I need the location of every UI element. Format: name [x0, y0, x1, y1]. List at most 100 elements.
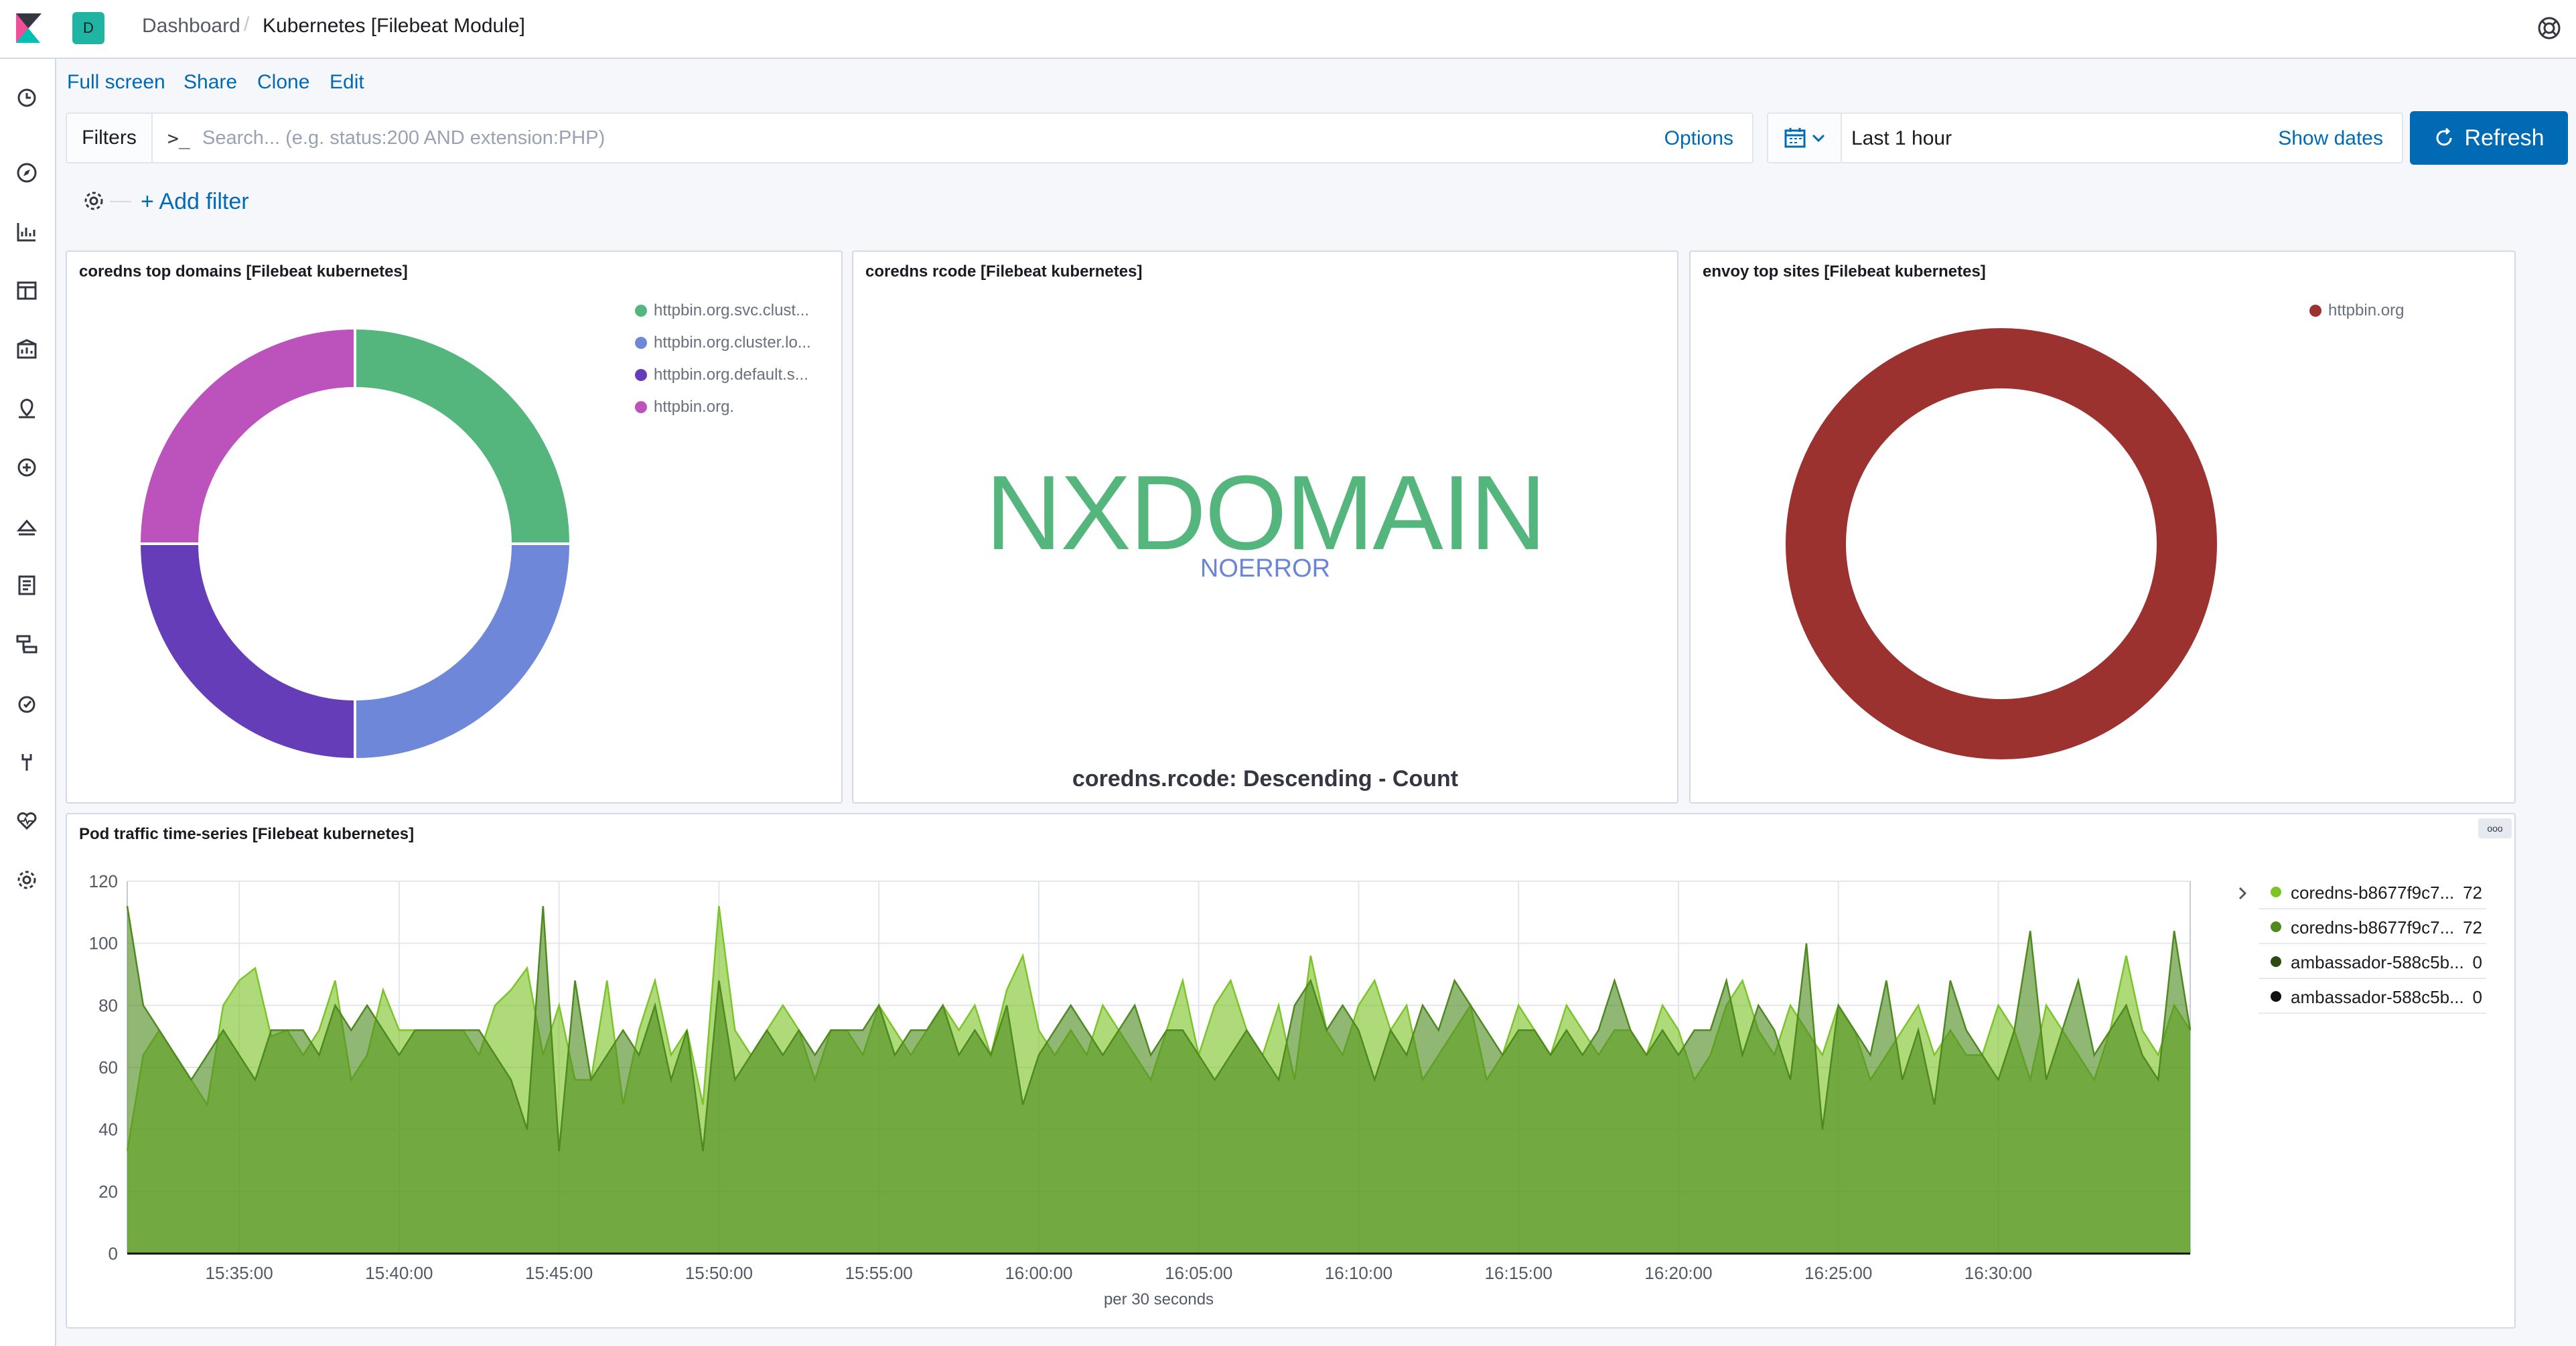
legend-label: httpbin.org.svc.clust...: [654, 301, 810, 319]
y-tick-label: 100: [89, 933, 118, 954]
query-language-icon: >_: [167, 127, 190, 149]
uptime-icon[interactable]: [13, 690, 40, 717]
donut-chart-envoy: [1786, 328, 2217, 759]
search-input[interactable]: [201, 121, 1677, 155]
legend-item[interactable]: httpbin.org: [2309, 301, 2404, 320]
tag-cloud-secondary-term[interactable]: NOERROR: [853, 554, 1677, 583]
apm-icon[interactable]: [13, 631, 40, 658]
x-tick-label: 15:45:00: [525, 1263, 593, 1283]
donut-slice[interactable]: [354, 542, 573, 761]
filter-settings-gear-icon[interactable]: [82, 189, 106, 213]
donut-slice[interactable]: [137, 542, 356, 761]
donut-slices: [1786, 328, 2217, 759]
legend-label: ambassador-588c5b...: [2291, 987, 2464, 1007]
legend-collapse-chevron-icon[interactable]: [2236, 885, 2249, 901]
quick-date-menu-button[interactable]: [1768, 114, 1842, 162]
panel-title: coredns rcode [Filebeat kubernetes]: [865, 263, 1143, 281]
show-dates-link[interactable]: Show dates: [2278, 127, 2383, 150]
discover-compass-icon[interactable]: [13, 159, 40, 186]
area-chart-pod-traffic: 0 20 40 60 80 100 120 15:35:00 15:40:00 15:45:00 1…: [89, 871, 2192, 1308]
legend-label: httpbin.org.: [654, 398, 735, 416]
chevron-down-icon: [1812, 134, 1825, 143]
edit-link[interactable]: Edit: [330, 71, 364, 94]
infrastructure-icon[interactable]: [13, 513, 40, 540]
legend-dot: [635, 401, 647, 413]
y-tick-label: 120: [89, 871, 118, 891]
x-tick-label: 15:50:00: [685, 1263, 753, 1283]
refresh-label: Refresh: [2464, 125, 2545, 151]
monitoring-heartbeat-icon[interactable]: [13, 808, 40, 834]
legend-value: 72: [2463, 917, 2482, 938]
ts-legend-item[interactable]: ambassador-588c5b... 0: [2259, 946, 2486, 979]
refresh-button[interactable]: Refresh: [2410, 111, 2568, 165]
filter-divider: [110, 201, 131, 202]
y-tick-label: 60: [98, 1057, 118, 1077]
panel-pod-traffic-timeseries: Pod traffic time-series [Filebeat kubern…: [66, 813, 2516, 1329]
date-range-text[interactable]: Last 1 hour: [1851, 127, 1952, 150]
filters-label: Filters: [67, 114, 153, 162]
donut-slice[interactable]: [354, 326, 573, 545]
legend-label: coredns-b8677f9c7...: [2291, 917, 2455, 938]
y-tick-label: 20: [98, 1181, 118, 1201]
machine-learning-icon[interactable]: [13, 454, 40, 481]
donut-slice[interactable]: [1786, 328, 2217, 759]
calendar-icon: [1784, 128, 1806, 148]
dashboard-icon[interactable]: [13, 277, 40, 304]
x-tick-label: 15:55:00: [845, 1263, 913, 1283]
x-tick-label: 16:25:00: [1804, 1263, 1872, 1283]
recently-viewed-clock-icon[interactable]: [13, 84, 40, 111]
breadcrumb-current: Kubernetes [Filebeat Module]: [263, 15, 525, 37]
legend-item[interactable]: httpbin.org.: [635, 398, 734, 417]
legend-item[interactable]: httpbin.org.svc.clust...: [635, 301, 809, 320]
legend-dot: [2271, 956, 2281, 967]
legend-item[interactable]: httpbin.org.default.s...: [635, 366, 808, 384]
x-tick-label: 16:10:00: [1325, 1263, 1392, 1283]
donut-slice[interactable]: [137, 326, 356, 545]
x-tick-label: 16:20:00: [1644, 1263, 1712, 1283]
full-screen-link[interactable]: Full screen: [67, 71, 165, 94]
ts-legend-item[interactable]: coredns-b8677f9c7... 72: [2259, 911, 2486, 944]
y-tick-label: 80: [98, 995, 118, 1015]
query-bar: Filters >_ Options: [66, 113, 1754, 163]
visualize-chart-icon[interactable]: [13, 218, 40, 245]
query-options-link[interactable]: Options: [1664, 127, 1733, 150]
x-axis-title: per 30 seconds: [1104, 1290, 1214, 1308]
dev-tools-wrench-icon[interactable]: [13, 749, 40, 775]
legend-label: coredns-b8677f9c7...: [2291, 883, 2455, 903]
breadcrumb-dashboard[interactable]: Dashboard: [142, 15, 240, 38]
kibana-logo-icon[interactable]: [12, 12, 46, 46]
legend-dot: [635, 305, 647, 317]
panel-envoy-top-sites: envoy top sites [Filebeat kubernetes] ht…: [1689, 250, 2516, 804]
space-avatar[interactable]: D: [72, 12, 104, 44]
add-filter-link[interactable]: + Add filter: [141, 189, 249, 215]
panel-options-menu-button[interactable]: ooo: [2478, 818, 2512, 838]
canvas-icon[interactable]: [13, 336, 40, 363]
panel-coredns-rcode: coredns rcode [Filebeat kubernetes] NXDO…: [852, 250, 1678, 804]
ts-legend-item[interactable]: coredns-b8677f9c7... 72: [2259, 876, 2486, 909]
maps-pin-icon[interactable]: [13, 395, 40, 422]
date-picker: Last 1 hour Show dates: [1767, 113, 2403, 163]
panel-coredns-top-domains: coredns top domains [Filebeat kubernetes…: [66, 250, 843, 804]
legend-value: 72: [2463, 883, 2482, 903]
y-tick-label: 0: [109, 1244, 118, 1264]
legend-dot: [2271, 991, 2281, 1002]
legend-dot: [2271, 921, 2281, 932]
logs-icon[interactable]: [13, 572, 40, 599]
clone-link[interactable]: Clone: [257, 71, 309, 94]
ts-legend-item[interactable]: ambassador-588c5b... 0: [2259, 980, 2486, 1014]
legend-dot: [2309, 305, 2321, 317]
legend-item[interactable]: httpbin.org.cluster.lo...: [635, 333, 811, 352]
side-navigation: [0, 59, 56, 1346]
donut-slices: [137, 326, 573, 761]
legend-label: httpbin.org.default.s...: [654, 366, 808, 384]
top-header: D Dashboard / Kubernetes [Filebeat Modul…: [0, 0, 2576, 59]
legend-label: ambassador-588c5b...: [2291, 952, 2464, 972]
legend-label: httpbin.org.cluster.lo...: [654, 333, 811, 352]
x-tick-label: 15:35:00: [206, 1263, 273, 1283]
help-lifebuoy-icon[interactable]: [2536, 15, 2563, 42]
management-gear-icon[interactable]: [13, 867, 40, 893]
breadcrumb-separator: /: [244, 13, 250, 35]
share-link[interactable]: Share: [184, 71, 237, 94]
legend-value: 0: [2472, 952, 2482, 972]
tag-cloud-caption: coredns.rcode: Descending - Count: [1072, 766, 1459, 792]
